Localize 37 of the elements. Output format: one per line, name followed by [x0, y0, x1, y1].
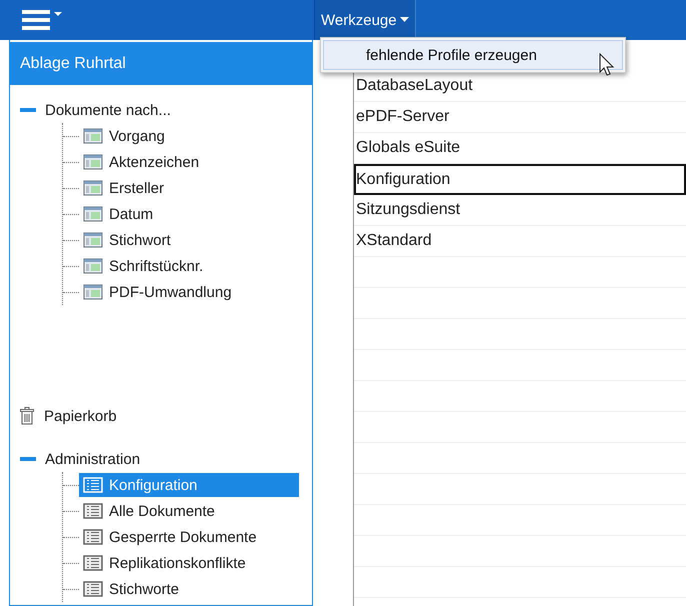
- table-row[interactable]: Sitzungsdienst: [354, 195, 686, 226]
- tree-item[interactable]: Schriftstücknr.: [79, 254, 299, 278]
- tree-item[interactable]: Datum: [79, 202, 299, 226]
- tree-group-label[interactable]: Dokumente nach...: [45, 102, 171, 118]
- tree-item[interactable]: Konfiguration: [79, 473, 299, 497]
- tree-item[interactable]: Stichwort: [79, 228, 299, 252]
- list-icon: [83, 477, 103, 493]
- tree-item[interactable]: Papierkorb: [44, 408, 117, 424]
- menu-item[interactable]: fehlende Profile erzeugen: [323, 40, 623, 70]
- trash-icon: [20, 407, 34, 425]
- table-view-icon: [83, 284, 103, 300]
- table-view-icon: [83, 258, 103, 274]
- tree-item[interactable]: Stichworte: [79, 577, 299, 601]
- table-row[interactable]: XStandard: [354, 226, 686, 257]
- table-row[interactable]: ePDF-Server: [354, 102, 686, 133]
- table-row[interactable]: Konfiguration: [354, 164, 686, 195]
- table-row[interactable]: Globals eSuite: [354, 133, 686, 164]
- list-icon: [83, 581, 103, 597]
- list-icon: [83, 503, 103, 519]
- tree-item[interactable]: PDF-Umwandlung: [79, 280, 299, 304]
- table-view-icon: [83, 154, 103, 170]
- table-view-icon: [83, 206, 103, 222]
- tree-item[interactable]: Alle Dokumente: [79, 499, 299, 523]
- menu-button[interactable]: Werkzeuge: [314, 0, 416, 40]
- tree-item[interactable]: Vorgang: [79, 124, 299, 148]
- tree-item[interactable]: Gesperrte Dokumente: [79, 525, 299, 549]
- list-icon: [83, 529, 103, 545]
- tree-group-label[interactable]: Administration: [45, 450, 140, 468]
- list-icon: [83, 555, 103, 571]
- table-view-icon: [83, 128, 103, 144]
- caret-icon: [400, 17, 409, 23]
- tree-item[interactable]: Ersteller: [79, 176, 299, 200]
- table-view-icon: [83, 180, 103, 196]
- table-view-icon: [83, 232, 103, 248]
- tree-item[interactable]: Replikationskonflikte: [79, 551, 299, 575]
- sidebar-title: Ablage Ruhrtal: [10, 42, 312, 85]
- tree-item[interactable]: Aktenzeichen: [79, 150, 299, 174]
